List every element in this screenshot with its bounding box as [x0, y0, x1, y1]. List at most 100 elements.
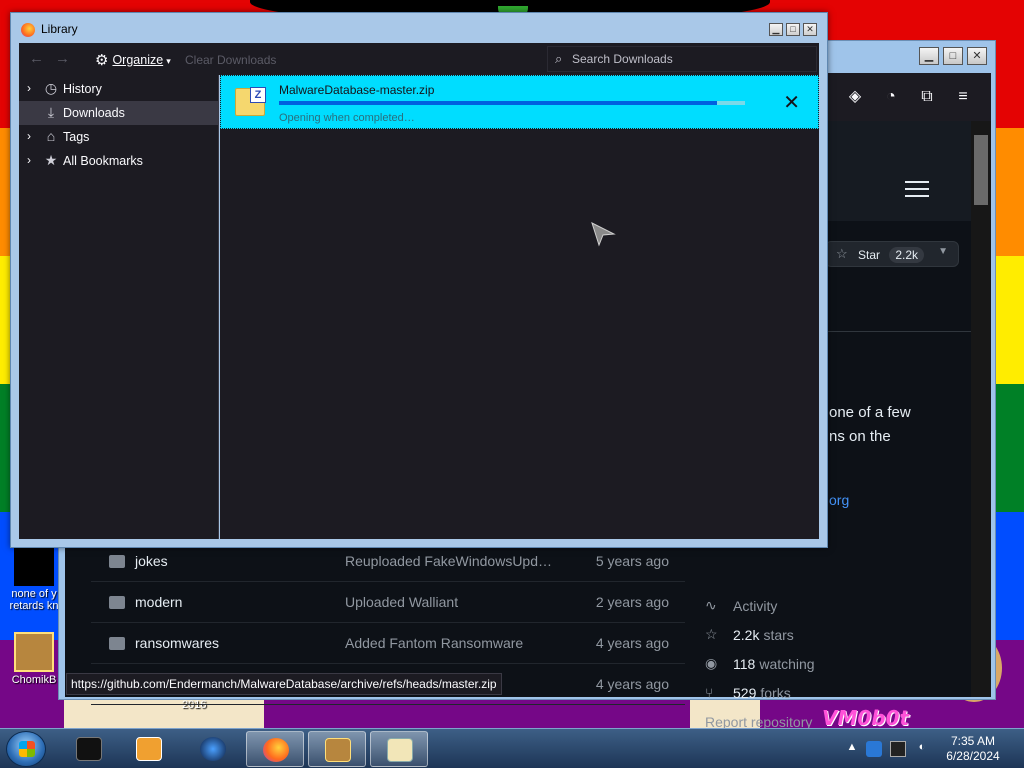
about-count: 118: [733, 655, 756, 672]
desktop-icon-chomik[interactable]: ChomikB: [2, 632, 66, 686]
desktop-icon-shortcut[interactable]: none of y retards kn: [2, 546, 66, 612]
library-sidebar: › ◷ History ⤓ Downloads › ⌂ Tags › ★ All…: [19, 75, 219, 539]
fork-icon: ⑂: [705, 684, 714, 701]
history-icon: ◷: [44, 80, 58, 96]
minimize-button[interactable]: ▁: [919, 47, 939, 65]
hamburger-menu-icon[interactable]: [905, 181, 929, 199]
table-row[interactable]: modern Uploaded Walliant 2 years ago: [91, 582, 685, 623]
commit-message[interactable]: Added Fantom Ransomware: [345, 635, 555, 651]
star-label: Star: [858, 248, 881, 262]
display-icon[interactable]: [890, 741, 906, 757]
minimize-button[interactable]: ▁: [769, 23, 783, 36]
window-title: Library: [41, 22, 78, 36]
maximize-button[interactable]: □: [786, 23, 800, 36]
activity-link[interactable]: ∿ Activity: [705, 591, 815, 620]
media-player-icon: [136, 737, 162, 761]
clear-downloads-button[interactable]: Clear Downloads: [185, 53, 276, 67]
table-row[interactable]: ransomwares Added Fantom Ransomware 4 ye…: [91, 623, 685, 664]
organize-menu-button[interactable]: ⚙ Organize ▾: [95, 51, 171, 69]
downloads-list: Z MalwareDatabase-master.zip Opening whe…: [220, 75, 819, 539]
folder-icon: [387, 738, 413, 762]
file-name[interactable]: modern: [135, 594, 182, 610]
stars-link[interactable]: ☆ 2.2k stars: [705, 620, 815, 649]
bear-icon: [325, 738, 351, 762]
vm-logo: VM0b0t: [822, 706, 910, 730]
commit-time: 2 years ago: [595, 594, 669, 610]
file-name[interactable]: ransomwares: [135, 635, 219, 651]
desktop-icon-label: retards kn: [9, 600, 59, 612]
sidebar-item-history[interactable]: › ◷ History: [19, 77, 218, 101]
commit-time: 5 years ago: [595, 553, 669, 569]
sidebar-item-downloads[interactable]: ⤓ Downloads: [19, 101, 218, 125]
download-progress-bar: [279, 101, 745, 105]
gear-icon: ⚙: [95, 52, 109, 69]
taskbar-app-button[interactable]: [308, 731, 366, 767]
search-placeholder: Search Downloads: [572, 52, 673, 66]
forward-arrow-icon[interactable]: →: [55, 50, 70, 67]
pocket-icon[interactable]: ◈: [845, 87, 865, 107]
folder-icon: [109, 596, 125, 609]
tag-icon: ⌂: [46, 128, 56, 144]
scrollbar-thumb[interactable]: [974, 135, 988, 205]
about-count: 2.2k: [733, 626, 760, 643]
globe-icon: [200, 737, 226, 761]
start-button[interactable]: [6, 731, 46, 767]
taskbar-app-button[interactable]: [120, 731, 178, 767]
windows-logo-icon: [19, 741, 35, 757]
star-icon: ★: [44, 152, 58, 168]
clock-date: 6/28/2024: [946, 749, 1000, 763]
sidebar-item-all-bookmarks[interactable]: › ★ All Bookmarks: [19, 149, 218, 173]
menu-icon[interactable]: ≡: [953, 87, 973, 107]
taskbar-app-button[interactable]: [370, 731, 428, 767]
expand-arrow-icon[interactable]: ›: [27, 129, 31, 143]
extensions-icon[interactable]: ⧉: [917, 87, 937, 107]
forks-link[interactable]: ⑂ 529 forks: [705, 678, 815, 707]
download-status: Opening when completed…: [279, 112, 415, 124]
folder-icon: [109, 637, 125, 650]
about-label: Activity: [733, 597, 778, 614]
network-icon[interactable]: [866, 741, 882, 757]
website-link[interactable]: org: [829, 492, 849, 508]
close-button[interactable]: ✕: [803, 23, 817, 36]
firefox-icon: [21, 23, 35, 37]
taskbar-app-button[interactable]: [60, 731, 118, 767]
download-filename: MalwareDatabase-master.zip: [279, 83, 435, 97]
divider: [825, 331, 975, 332]
expand-arrow-icon[interactable]: ›: [27, 81, 31, 95]
expand-arrow-icon[interactable]: ›: [27, 153, 31, 167]
library-window: Library ▁ □ ✕ ← → ⚙ Organize ▾ Clear Downl…: [10, 12, 828, 548]
desktop-icon-label: ChomikB: [11, 674, 57, 686]
account-icon[interactable]: ◔: [881, 87, 901, 107]
scrollbar[interactable]: [971, 121, 991, 697]
description-text: ns on the: [829, 428, 891, 445]
zip-file-icon: Z: [235, 87, 266, 116]
taskbar-app-button[interactable]: [184, 731, 242, 767]
repo-about-sidebar: ∿ Activity ☆ 2.2k stars ◉ 118 watching ⑂…: [705, 591, 815, 736]
organize-label: Organize: [112, 53, 164, 67]
sidebar-item-label: Downloads: [63, 106, 125, 120]
close-button[interactable]: ✕: [967, 47, 987, 65]
download-item[interactable]: Z MalwareDatabase-master.zip Opening whe…: [220, 75, 819, 129]
commit-time: 4 years ago: [595, 635, 669, 651]
show-hidden-icons-icon[interactable]: ▲: [844, 741, 860, 757]
status-bar-url: https://github.com/Endermanch/MalwareDat…: [66, 673, 502, 695]
star-icon: ☆: [705, 626, 718, 642]
back-arrow-icon[interactable]: ←: [29, 50, 44, 67]
chevron-down-icon: ▾: [166, 56, 171, 66]
mouse-cursor-icon: [591, 222, 616, 247]
about-label: forks: [760, 684, 791, 701]
maximize-button[interactable]: □: [943, 47, 963, 65]
search-downloads-input[interactable]: ⌕ Search Downloads: [547, 46, 817, 72]
system-clock[interactable]: 7:35 AM 6/28/2024: [935, 734, 1011, 764]
cancel-download-icon[interactable]: ✕: [783, 90, 800, 115]
commit-message[interactable]: Reuploaded FakeWindowsUpda...: [345, 553, 555, 569]
volume-icon[interactable]: ◐: [914, 741, 930, 757]
taskbar-firefox-button[interactable]: [246, 731, 304, 767]
commit-message[interactable]: Uploaded Walliant: [345, 594, 555, 610]
sidebar-item-tags[interactable]: › ⌂ Tags: [19, 125, 218, 149]
bear-icon: [14, 632, 54, 672]
watching-link[interactable]: ◉ 118 watching: [705, 649, 815, 678]
star-button[interactable]: ☆ Star 2.2k ▼: [825, 241, 959, 267]
file-name[interactable]: jokes: [135, 553, 168, 569]
chevron-down-icon[interactable]: ▼: [938, 246, 948, 257]
